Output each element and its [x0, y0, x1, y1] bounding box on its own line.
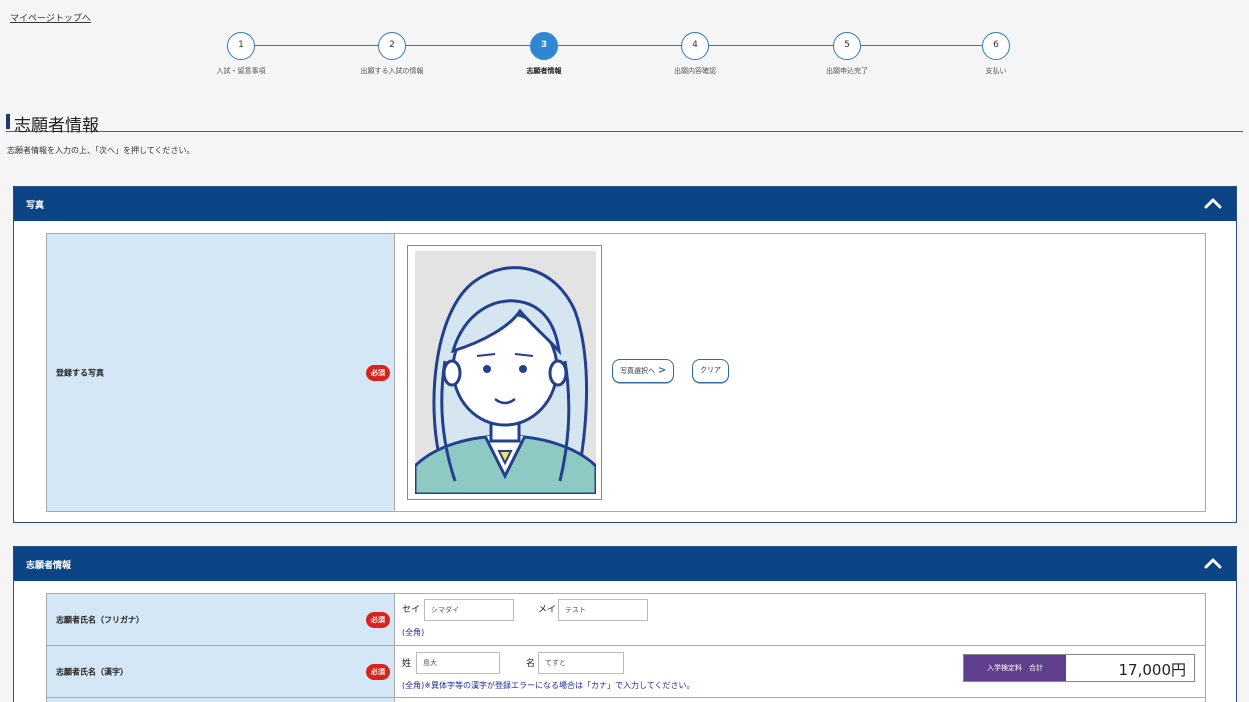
photo-label-cell: 登録する写真 必須 — [47, 234, 395, 511]
step-3: 3 志願者情報 — [474, 32, 614, 76]
name-kana-label-cell: 志願者氏名（フリガナ） 必須 — [47, 594, 395, 645]
step-6: 6 支払い — [926, 32, 1066, 76]
mei-kana-input[interactable] — [558, 599, 648, 621]
photo-label: 登録する写真 — [56, 368, 104, 377]
applicant-panel-title: 志願者情報 — [26, 561, 72, 571]
name-kanji-value-cell: 姓 名 (全角)※異体字等の漢字が登録エラーになる場合は「カナ」で入力してくださ… — [396, 646, 1205, 697]
kana-note: (全角) — [402, 628, 425, 637]
photo-panel-title: 写真 — [26, 201, 45, 211]
sei-kanji-input[interactable] — [416, 652, 500, 674]
next-row — [47, 697, 1205, 702]
sei-kana-prefix: セイ — [402, 605, 421, 615]
name-kanji-label: 志願者氏名（漢字） — [56, 667, 128, 676]
name-kana-label: 志願者氏名（フリガナ） — [56, 615, 144, 624]
step-4: 4 出願内容確認 — [625, 32, 765, 76]
intro-text: 志願者情報を入力の上、「次へ」を押してください。 — [7, 146, 195, 155]
step-2: 2 出願する入試の情報 — [322, 32, 462, 76]
page-heading: 志願者情報 — [6, 112, 1243, 136]
step-1: 1 入試・留意事項 — [171, 32, 311, 76]
select-photo-button[interactable]: 写真選択へ > — [612, 359, 675, 383]
required-badge: 必須 — [366, 364, 390, 381]
photo-row: 登録する写真 必須 写真選択へ > クリア — [47, 234, 1205, 511]
step-5: 5 出願申込完了 — [777, 32, 917, 76]
select-photo-label: 写真選択へ — [620, 367, 655, 375]
collapse-chevron-icon[interactable] — [1204, 556, 1222, 570]
name-kanji-row: 志願者氏名（漢字） 必須 姓 名 (全角)※異体字等の漢字が登録エラーになる場合… — [47, 645, 1205, 697]
mypage-top-link[interactable]: マイページトップへ — [10, 11, 91, 24]
heading-accent-bar — [6, 114, 10, 129]
applicant-photo-illustration — [415, 251, 596, 494]
next-row-label-cell — [47, 698, 395, 702]
required-badge: 必須 — [366, 663, 390, 680]
name-kanji-label-cell: 志願者氏名（漢字） 必須 — [47, 646, 395, 697]
sei-kanji-prefix: 姓 — [402, 659, 412, 669]
photo-panel-header[interactable]: 写真 — [14, 187, 1236, 221]
collapse-chevron-icon[interactable] — [1204, 196, 1222, 210]
step-4-label: 出願内容確認 — [674, 67, 716, 75]
applicant-panel: 志願者情報 志願者氏名（フリガナ） 必須 セイ メイ (全角) 志願者氏名（漢字… — [13, 546, 1237, 702]
photo-panel: 写真 登録する写真 必須 写真選択へ > クリア — [13, 186, 1237, 523]
step-5-number: 5 — [833, 32, 861, 60]
step-5-label: 出願申込完了 — [826, 67, 868, 75]
applicant-panel-header[interactable]: 志願者情報 — [14, 547, 1236, 581]
photo-value-cell: 写真選択へ > クリア — [396, 234, 1205, 511]
required-badge: 必須 — [366, 611, 390, 628]
mei-kana-prefix: メイ — [538, 605, 557, 615]
exam-fee-value: 17,000円 — [1118, 661, 1187, 679]
step-4-number: 4 — [681, 32, 709, 60]
applicant-photo — [407, 245, 602, 500]
sei-kana-input[interactable] — [424, 599, 514, 621]
clear-photo-label: クリア — [700, 366, 721, 374]
progress-stepper: 1 入試・留意事項 2 出願する入試の情報 3 志願者情報 4 出願内容確認 5… — [0, 30, 1249, 90]
mei-kanji-prefix: 名 — [526, 659, 536, 669]
exam-fee-label: 入学検定料 合計 — [964, 655, 1066, 681]
step-1-number: 1 — [227, 32, 255, 60]
step-2-number: 2 — [378, 32, 406, 60]
name-kana-value-cell: セイ メイ (全角) — [396, 594, 1205, 645]
step-6-label: 支払い — [985, 67, 1007, 75]
step-2-label: 出願する入試の情報 — [360, 67, 424, 75]
step-1-label: 入試・留意事項 — [216, 67, 266, 75]
name-kana-row: 志願者氏名（フリガナ） 必須 セイ メイ (全角) — [47, 594, 1205, 645]
step-6-number: 6 — [982, 32, 1010, 60]
step-3-label: 志願者情報 — [526, 67, 562, 75]
mei-kanji-input[interactable] — [538, 652, 624, 674]
exam-fee-total: 入学検定料 合計 17,000円 — [963, 654, 1195, 682]
step-3-number: 3 — [530, 32, 558, 60]
clear-photo-button[interactable]: クリア — [692, 359, 729, 383]
kanji-note: (全角)※異体字等の漢字が登録エラーになる場合は「カナ」で入力してください。 — [402, 681, 695, 690]
applicant-form-table: 志願者氏名（フリガナ） 必須 セイ メイ (全角) 志願者氏名（漢字） 必須 姓… — [46, 593, 1206, 702]
chevron-right-icon: > — [658, 365, 667, 376]
photo-form-table: 登録する写真 必須 写真選択へ > クリア — [46, 233, 1206, 512]
page-title: 志願者情報 — [14, 116, 99, 136]
